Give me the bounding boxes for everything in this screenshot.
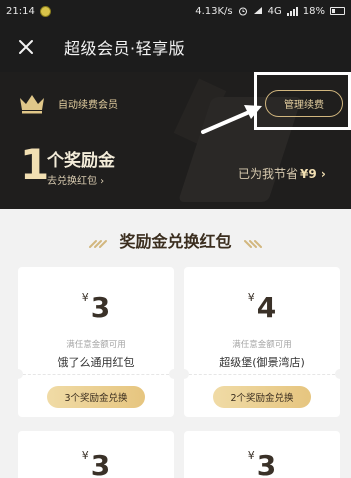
battery-percent: 18% (302, 5, 325, 17)
card-notch (13, 369, 23, 379)
status-bar: 21:14 4.13K/s 4G 18% (0, 0, 351, 22)
close-button[interactable] (4, 25, 48, 69)
currency-symbol: ¥ (81, 291, 89, 304)
status-right: 4.13K/s 4G 18% (195, 6, 345, 17)
card-divider (18, 374, 174, 375)
network-type: 4G (267, 5, 282, 17)
app-header: 超级会员·轻享版 (0, 22, 351, 72)
coupon-price: ¥4 (184, 291, 340, 324)
bonus-count: 1 (20, 140, 50, 189)
battery-icon (330, 7, 345, 15)
saved-label: 已为我节省 (238, 167, 299, 181)
exchange-link[interactable]: 去兑换红包 › (47, 172, 104, 187)
card-notch (169, 369, 179, 379)
coupon-value: 3 (256, 449, 277, 478)
coupon-card[interactable]: ¥4 满任意金额可用 超级堡(御景湾店) 2个奖励金兑换 (179, 267, 345, 417)
coupon-condition: 满任意金额可用 (66, 340, 126, 350)
manage-renewal-button[interactable]: 管理续费 (265, 90, 343, 117)
coupon-condition: 满任意金额可用 (232, 340, 292, 350)
network-speed: 4.13K/s (195, 5, 233, 17)
coupon-card[interactable]: ¥3 (18, 431, 174, 478)
auto-renew-label: 自动续费会员 (58, 100, 118, 111)
currency-symbol: ¥ (247, 291, 255, 304)
coupon-name: 饿了么通用红包 (57, 356, 135, 369)
coupon-price: ¥3 (18, 291, 174, 324)
coupon-value: 3 (90, 291, 111, 324)
alarm-icon (238, 7, 247, 16)
coupon-card[interactable]: ¥3 (184, 431, 340, 478)
coupon-value: 4 (256, 291, 277, 324)
close-icon (19, 40, 33, 54)
hd-signal-icon (253, 7, 262, 14)
section-title-text: 奖励金兑换红包 (119, 232, 232, 251)
saved-amount-link[interactable]: 已为我节省 ¥9 › (238, 165, 326, 182)
membership-panel: 自动续费会员 管理续费 1 个奖励金 去兑换红包 › 已为我节省 ¥9 › (0, 72, 351, 209)
exchange-button[interactable]: 3个奖励金兑换 (47, 386, 145, 408)
coupon-name: 超级堡(御景湾店) (219, 356, 305, 369)
bonus-label: 个奖励金 (47, 151, 115, 171)
card-divider (184, 374, 340, 375)
status-time: 21:14 (6, 5, 35, 17)
sparkle-right-icon (244, 239, 263, 248)
crown-icon (20, 95, 44, 114)
coupon-price: ¥3 (18, 449, 174, 478)
sparkle-left-icon (88, 239, 107, 248)
currency-symbol: ¥ (247, 449, 255, 462)
coupon-value: 3 (90, 449, 111, 478)
section-title: 奖励金兑换红包 (0, 228, 351, 252)
coupon-card[interactable]: ¥3 满任意金额可用 饿了么通用红包 3个奖励金兑换 (13, 267, 179, 417)
cell-signal-icon (286, 6, 298, 16)
currency-symbol: ¥ (81, 449, 89, 462)
card-notch (335, 369, 345, 379)
exchange-button[interactable]: 2个奖励金兑换 (213, 386, 311, 408)
saved-amount: ¥9 › (300, 167, 326, 181)
notification-icon (39, 5, 51, 17)
page-title: 超级会员·轻享版 (64, 39, 186, 58)
coupon-price: ¥3 (184, 449, 340, 478)
card-notch (179, 369, 189, 379)
